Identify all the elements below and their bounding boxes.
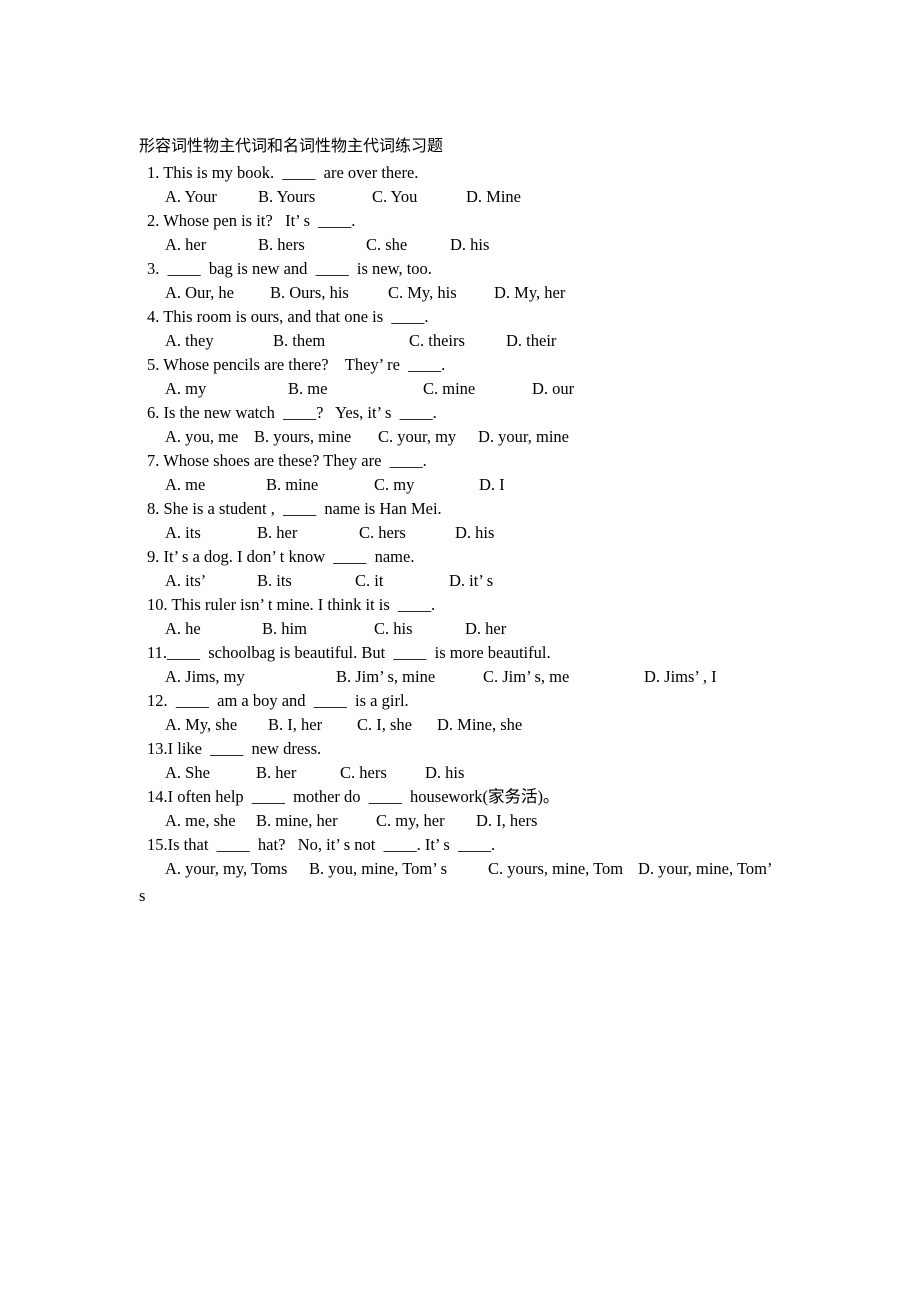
option-row-7: A. me B. mine C. my D. I — [0, 475, 920, 497]
option-4-d[interactable]: D. their — [506, 331, 556, 351]
question-stem-9: 9. It’ s a dog. I don’ t know ____ name. — [147, 547, 415, 566]
option-4-c[interactable]: C. theirs — [409, 331, 465, 351]
option-15-c[interactable]: C. yours, mine, Tom — [488, 859, 623, 879]
option-14-a[interactable]: A. me, she — [165, 811, 236, 831]
option-5-d[interactable]: D. our — [532, 379, 574, 399]
option-6-b[interactable]: B. yours, mine — [254, 427, 351, 447]
question-stem-8: 8. She is a student , ____ name is Han M… — [147, 499, 442, 518]
option-2-c[interactable]: C. she — [366, 235, 407, 255]
option-10-b[interactable]: B. him — [262, 619, 307, 639]
option-row-11: A. Jims, my B. Jim’ s, mine C. Jim’ s, m… — [0, 667, 920, 689]
option-11-a[interactable]: A. Jims, my — [165, 667, 245, 687]
option-8-c[interactable]: C. hers — [359, 523, 406, 543]
option-11-d[interactable]: D. Jims’ , I — [644, 667, 717, 687]
option-13-b[interactable]: B. her — [256, 763, 296, 783]
document-page: 形容词性物主代词和名词性物主代词练习题 1. This is my book. … — [0, 0, 920, 1302]
option-row-9: A. its’ B. its C. it D. it’ s — [0, 571, 920, 593]
option-row-10: A. he B. him C. his D. her — [0, 619, 920, 641]
option-6-a[interactable]: A. you, me — [165, 427, 238, 447]
option-row-13: A. She B. her C. hers D. his — [0, 763, 920, 785]
question-stem-3: 3. ____ bag is new and ____ is new, too. — [147, 259, 432, 278]
option-2-b[interactable]: B. hers — [258, 235, 305, 255]
option-10-d[interactable]: D. her — [465, 619, 506, 639]
option-8-d[interactable]: D. his — [455, 523, 494, 543]
question-stem-7: 7. Whose shoes are these? They are ____. — [147, 451, 427, 470]
question-stem-2: 2. Whose pen is it? It’ s ____. — [147, 211, 356, 230]
page-title: 形容词性物主代词和名词性物主代词练习题 — [139, 136, 444, 155]
option-8-b[interactable]: B. her — [257, 523, 297, 543]
option-row-1: A. Your B. Yours C. You D. Mine — [0, 187, 920, 209]
option-row-15: A. your, my, Toms B. you, mine, Tom’ s C… — [0, 859, 920, 881]
question-stem-13: 13.I like ____ new dress. — [147, 739, 322, 758]
option-1-d[interactable]: D. Mine — [466, 187, 521, 207]
option-7-a[interactable]: A. me — [165, 475, 205, 495]
option-10-c[interactable]: C. his — [374, 619, 413, 639]
question-stem-1: 1. This is my book. ____ are over there. — [147, 163, 419, 182]
option-1-c[interactable]: C. You — [372, 187, 417, 207]
option-row-12: A. My, she B. I, her C. I, she D. Mine, … — [0, 715, 920, 737]
option-6-c[interactable]: C. your, my — [378, 427, 456, 447]
option-13-c[interactable]: C. hers — [340, 763, 387, 783]
option-9-b[interactable]: B. its — [257, 571, 292, 591]
option-15-a[interactable]: A. your, my, Toms — [165, 859, 287, 879]
option-1-a[interactable]: A. Your — [165, 187, 217, 207]
option-4-a[interactable]: A. they — [165, 331, 214, 351]
option-5-b[interactable]: B. me — [288, 379, 327, 399]
question-stem-5: 5. Whose pencils are there? They’ re ___… — [147, 355, 446, 374]
question-stem-11: 11.____ schoolbag is beautiful. But ____… — [147, 643, 551, 662]
option-9-a[interactable]: A. its’ — [165, 571, 206, 591]
option-14-d[interactable]: D. I, hers — [476, 811, 537, 831]
option-7-d[interactable]: D. I — [479, 475, 505, 495]
question-stem-15: 15.Is that ____ hat? No, it’ s not ____.… — [147, 835, 496, 854]
option-3-b[interactable]: B. Ours, his — [270, 283, 349, 303]
option-row-14: A. me, she B. mine, her C. my, her D. I,… — [0, 811, 920, 833]
option-11-c[interactable]: C. Jim’ s, me — [483, 667, 569, 687]
option-5-c[interactable]: C. mine — [423, 379, 475, 399]
option-9-d[interactable]: D. it’ s — [449, 571, 493, 591]
option-3-d[interactable]: D. My, her — [494, 283, 565, 303]
option-12-a[interactable]: A. My, she — [165, 715, 237, 735]
option-row-8: A. its B. her C. hers D. his — [0, 523, 920, 545]
option-14-c[interactable]: C. my, her — [376, 811, 445, 831]
option-13-d[interactable]: D. his — [425, 763, 464, 783]
option-2-d[interactable]: D. his — [450, 235, 489, 255]
option-13-a[interactable]: A. She — [165, 763, 210, 783]
option-6-d[interactable]: D. your, mine — [478, 427, 569, 447]
option-12-c[interactable]: C. I, she — [357, 715, 412, 735]
option-9-c[interactable]: C. it — [355, 571, 383, 591]
question-stem-14: 14.I often help ____ mother do ____ hous… — [147, 787, 560, 806]
option-1-b[interactable]: B. Yours — [258, 187, 315, 207]
option-5-a[interactable]: A. my — [165, 379, 206, 399]
question-stem-10: 10. This ruler isn’ t mine. I think it i… — [147, 595, 436, 614]
option-12-b[interactable]: B. I, her — [268, 715, 322, 735]
option-4-b[interactable]: B. them — [273, 331, 325, 351]
option-14-b[interactable]: B. mine, her — [256, 811, 338, 831]
option-7-c[interactable]: C. my — [374, 475, 414, 495]
option-15-b[interactable]: B. you, mine, Tom’ s — [309, 859, 447, 879]
question-stem-4: 4. This room is ours, and that one is __… — [147, 307, 429, 326]
option-row-3: A. Our, he B. Ours, his C. My, his D. My… — [0, 283, 920, 305]
option-2-a[interactable]: A. her — [165, 235, 206, 255]
option-15-d-overflow: s — [139, 886, 146, 905]
question-stem-12: 12. ____ am a boy and ____ is a girl. — [147, 691, 409, 710]
option-12-d[interactable]: D. Mine, she — [437, 715, 522, 735]
option-row-2: A. her B. hers C. she D. his — [0, 235, 920, 257]
question-stem-6: 6. Is the new watch ____? Yes, it’ s ___… — [147, 403, 437, 422]
option-row-4: A. they B. them C. theirs D. their — [0, 331, 920, 353]
option-row-5: A. my B. me C. mine D. our — [0, 379, 920, 401]
option-3-c[interactable]: C. My, his — [388, 283, 457, 303]
option-10-a[interactable]: A. he — [165, 619, 201, 639]
option-row-6: A. you, me B. yours, mine C. your, my D.… — [0, 427, 920, 449]
option-8-a[interactable]: A. its — [165, 523, 201, 543]
option-7-b[interactable]: B. mine — [266, 475, 318, 495]
option-15-d[interactable]: D. your, mine, Tom’ — [638, 859, 772, 879]
option-3-a[interactable]: A. Our, he — [165, 283, 234, 303]
option-11-b[interactable]: B. Jim’ s, mine — [336, 667, 435, 687]
